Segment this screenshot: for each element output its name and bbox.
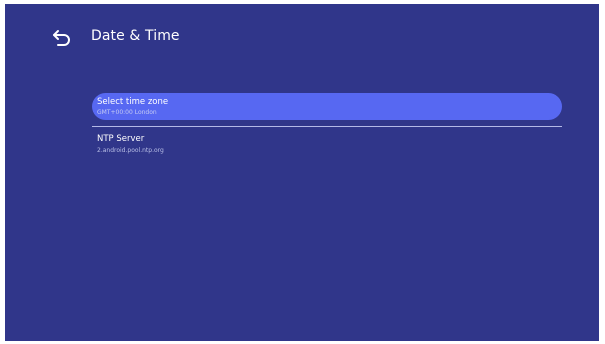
select-time-zone-label: Select time zone [97,97,169,107]
back-button[interactable] [51,26,73,48]
divider [92,126,562,127]
settings-screen: Date & Time Select time zone GMT+00:00 L… [5,4,599,341]
back-arrow-icon [51,26,73,48]
ntp-server-item[interactable]: NTP Server 2.android.pool.ntp.org [92,132,562,162]
ntp-server-value: 2.android.pool.ntp.org [97,147,164,154]
page-title: Date & Time [91,28,180,44]
select-time-zone-item[interactable]: Select time zone GMT+00:00 London [92,93,562,120]
ntp-server-label: NTP Server [97,134,145,144]
time-zone-value: GMT+00:00 London [97,109,157,116]
